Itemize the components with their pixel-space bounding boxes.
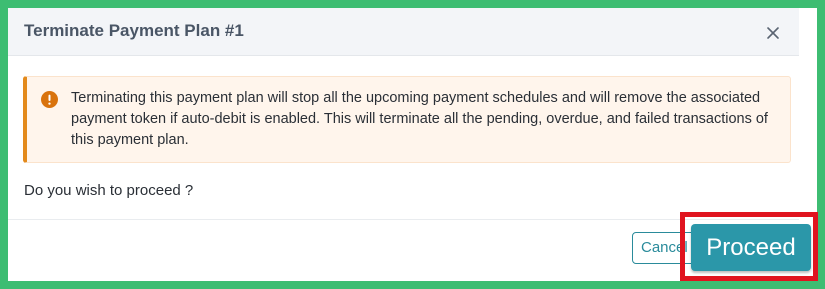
alert-message: Terminating this payment plan will stop … <box>71 90 768 148</box>
dialog-title: Terminate Payment Plan #1 <box>24 21 244 40</box>
dialog-header: Terminate Payment Plan #1 <box>8 8 799 56</box>
terminate-payment-plan-dialog: Terminate Payment Plan #1 Terminating th… <box>8 8 799 281</box>
exclamation-circle-icon <box>41 91 58 108</box>
proceed-button[interactable]: Proceed <box>691 224 811 271</box>
footer-divider <box>8 219 799 220</box>
close-icon <box>762 22 784 44</box>
confirmation-prompt: Do you wish to proceed ? <box>24 182 194 199</box>
close-button[interactable] <box>762 22 784 44</box>
warning-alert: Terminating this payment plan will stop … <box>23 76 791 163</box>
